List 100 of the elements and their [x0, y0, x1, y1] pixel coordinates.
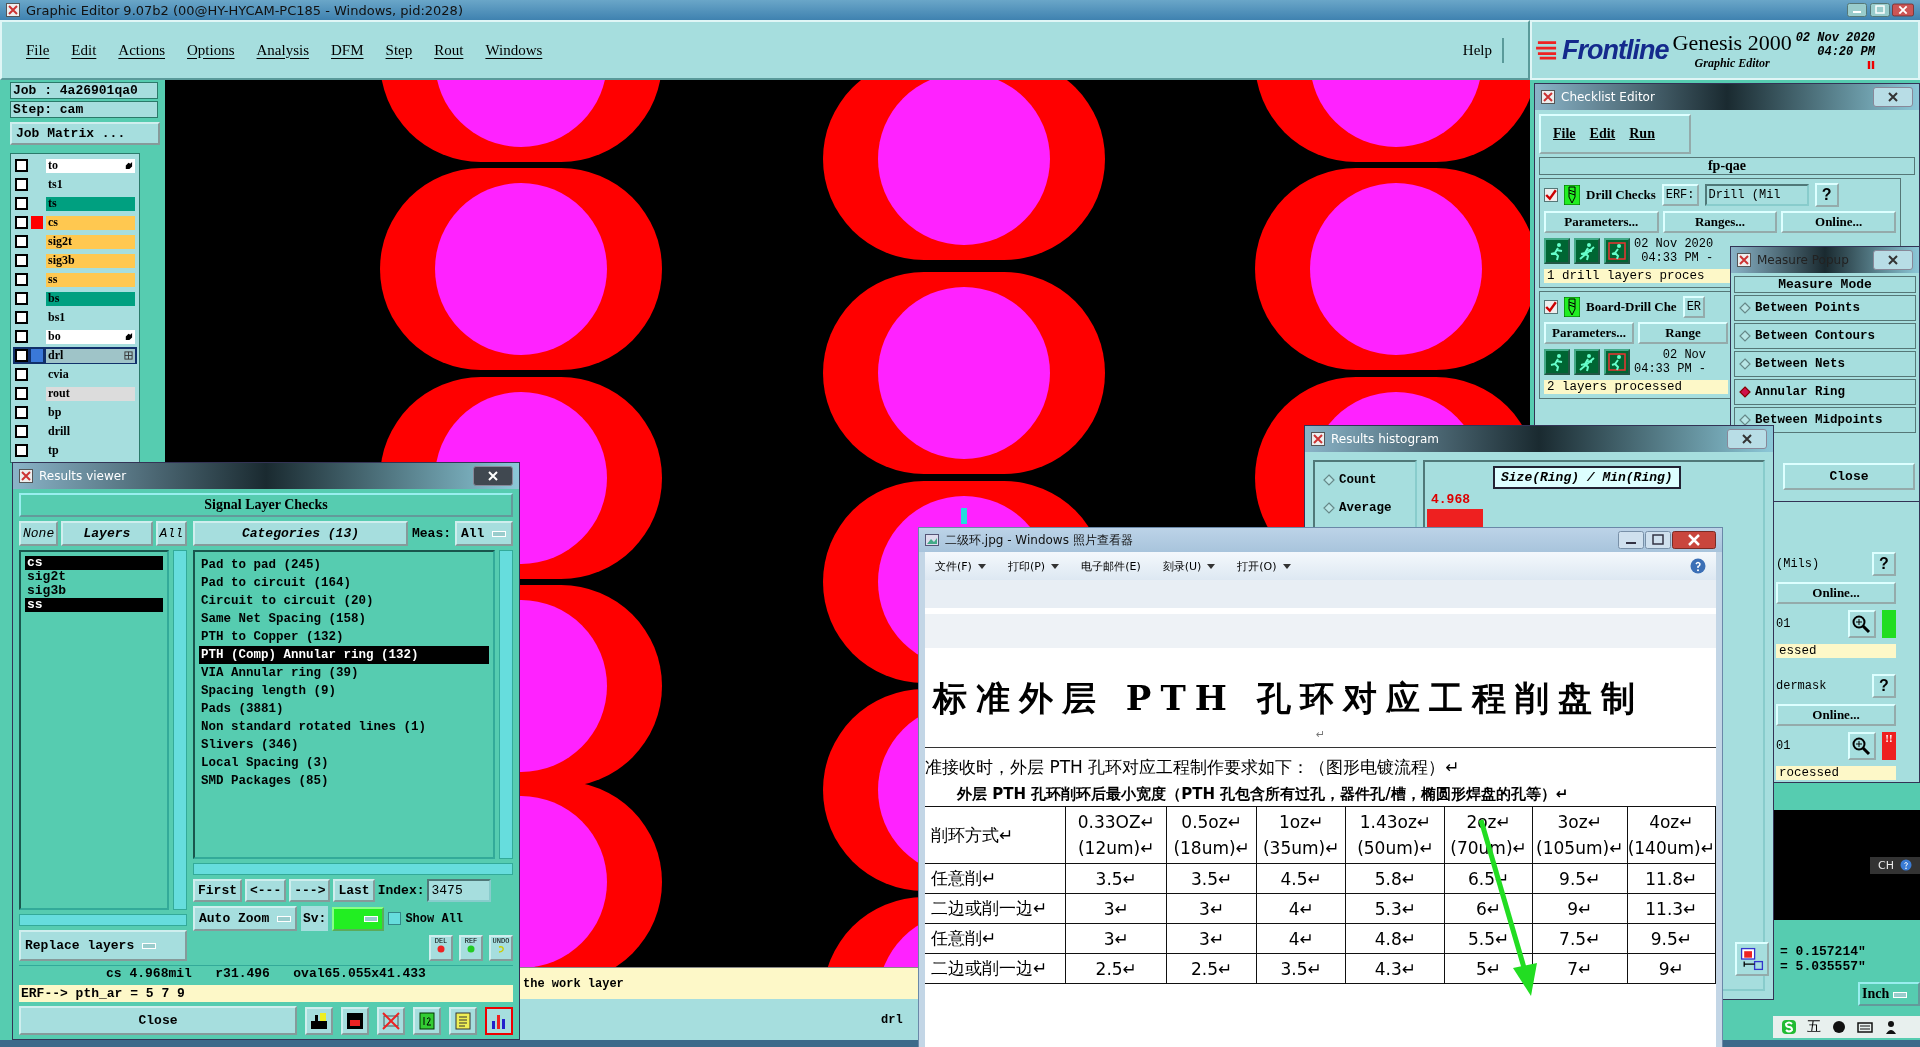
- radio-diamond[interactable]: [1739, 330, 1751, 342]
- category-item[interactable]: VIA Annular ring (39): [199, 664, 489, 682]
- menu-item[interactable]: Actions: [118, 41, 165, 59]
- layer-row[interactable]: bp: [13, 404, 137, 421]
- scrollbar[interactable]: [193, 863, 513, 875]
- checkbox[interactable]: [15, 292, 28, 305]
- units-dropdown[interactable]: Inch: [1858, 982, 1920, 1006]
- index-field[interactable]: 3475: [427, 879, 492, 902]
- layer-list-item[interactable]: ss: [25, 598, 163, 612]
- scrollbar[interactable]: [499, 550, 513, 859]
- maximize-icon[interactable]: [1645, 531, 1671, 549]
- radio-option[interactable]: Between Nets: [1734, 351, 1916, 377]
- menu-item[interactable]: Windows: [485, 41, 543, 59]
- category-item[interactable]: Local Spacing (3): [199, 754, 489, 772]
- scrollbar[interactable]: [173, 550, 187, 910]
- menu-item[interactable]: Rout: [434, 41, 464, 59]
- check-option-button[interactable]: Ranges...: [1662, 211, 1778, 233]
- layer-row[interactable]: ts: [13, 195, 137, 212]
- radio-option[interactable]: Annular Ring: [1734, 379, 1916, 405]
- radio-diamond[interactable]: [1323, 502, 1335, 514]
- checkbox[interactable]: [15, 273, 28, 286]
- checkbox[interactable]: [15, 311, 28, 324]
- layer-row[interactable]: bo: [13, 328, 137, 345]
- category-item[interactable]: Pad to pad (245): [199, 556, 489, 574]
- replace-layers-dropdown[interactable]: Replace layers: [19, 930, 187, 961]
- toolbar-button[interactable]: [485, 1006, 513, 1035]
- navigation-button[interactable]: <---: [245, 879, 287, 902]
- radio-diamond[interactable]: [1739, 302, 1751, 314]
- menu-item[interactable]: Edit: [71, 41, 97, 59]
- category-item[interactable]: Pad to circuit (164): [199, 574, 489, 592]
- check-option-button[interactable]: Online...: [1781, 211, 1896, 233]
- category-item[interactable]: PTH to Copper (132): [199, 628, 489, 646]
- job-matrix-button[interactable]: Job Matrix ...: [10, 122, 160, 145]
- run-button[interactable]: [1544, 349, 1570, 375]
- minimize-icon[interactable]: [1618, 531, 1644, 549]
- navigation-button[interactable]: --->: [289, 879, 331, 902]
- menu-item[interactable]: Step: [385, 41, 413, 59]
- category-item[interactable]: Pads (3881): [199, 700, 489, 718]
- layer-list-item[interactable]: sig2t: [25, 570, 163, 584]
- minimize-icon[interactable]: [1846, 3, 1868, 17]
- close-icon[interactable]: [1672, 531, 1716, 549]
- menu-item[interactable]: 刻录(U): [1162, 558, 1216, 574]
- close-button[interactable]: [473, 466, 513, 486]
- category-item[interactable]: Slivers (346): [199, 736, 489, 754]
- checkbox[interactable]: [15, 387, 28, 400]
- layer-row[interactable]: ss: [13, 271, 137, 288]
- run-button[interactable]: [1574, 349, 1600, 375]
- close-icon[interactable]: [1892, 3, 1914, 17]
- check-option-button[interactable]: Parameters...: [1544, 322, 1634, 344]
- layer-list-item[interactable]: sig3b: [25, 584, 163, 598]
- category-item[interactable]: SMD Packages (85): [199, 772, 489, 790]
- navigation-button[interactable]: Last: [333, 879, 375, 902]
- layer-row[interactable]: cs: [13, 214, 137, 231]
- layer-row[interactable]: drl: [13, 347, 137, 364]
- category-item[interactable]: PTH (Comp) Annular ring (132): [199, 646, 489, 664]
- measure-tool-button[interactable]: [1735, 942, 1769, 976]
- online-button[interactable]: Online...: [1776, 704, 1896, 726]
- navigation-button[interactable]: First: [193, 879, 242, 902]
- checkbox[interactable]: [388, 912, 402, 925]
- close-button[interactable]: Close: [19, 1006, 297, 1035]
- menu-item[interactable]: Analysis: [256, 41, 310, 59]
- checkbox[interactable]: [15, 159, 28, 172]
- checkbox[interactable]: [15, 349, 28, 362]
- layer-row[interactable]: rout: [13, 385, 137, 402]
- radio-diamond[interactable]: [1739, 358, 1751, 370]
- menu-item[interactable]: Edit: [1589, 126, 1616, 142]
- menu-item[interactable]: 打开(O): [1237, 558, 1291, 574]
- close-button[interactable]: Close: [1783, 463, 1915, 490]
- layer-row[interactable]: ts1: [13, 176, 137, 193]
- layer-list-item[interactable]: cs: [25, 556, 163, 570]
- checkbox[interactable]: [15, 444, 28, 457]
- menu-item[interactable]: 打印(P): [1007, 558, 1060, 574]
- menu-item[interactable]: File: [26, 41, 50, 59]
- erf-field[interactable]: dermask: [1776, 679, 1866, 693]
- menu-item[interactable]: Options: [187, 41, 235, 59]
- close-button[interactable]: [1873, 250, 1913, 270]
- run-button[interactable]: [1544, 238, 1570, 264]
- online-button[interactable]: Online...: [1776, 582, 1896, 604]
- layer-filter-button[interactable]: Layers: [61, 521, 153, 546]
- zoom-mode-dropdown[interactable]: Auto Zoom: [193, 906, 297, 931]
- category-item[interactable]: Same Net Spacing (158): [199, 610, 489, 628]
- categories-button[interactable]: Categories (13): [193, 521, 408, 546]
- category-item[interactable]: Spacing length (9): [199, 682, 489, 700]
- layer-row[interactable]: sig3b: [13, 252, 137, 269]
- checkbox[interactable]: [1544, 300, 1558, 314]
- radio-option[interactable]: Between Points: [1734, 295, 1916, 321]
- layer-row[interactable]: sig2t: [13, 233, 137, 250]
- layer-row[interactable]: tp: [13, 442, 137, 459]
- checkbox[interactable]: [15, 330, 28, 343]
- layer-row[interactable]: drill: [13, 423, 137, 440]
- help-button[interactable]: ?: [1872, 674, 1896, 698]
- color-dropdown[interactable]: [332, 906, 385, 931]
- checkbox[interactable]: [15, 178, 28, 191]
- layer-filter-button[interactable]: All: [155, 521, 187, 546]
- zoom-button[interactable]: [1848, 732, 1876, 760]
- checkbox[interactable]: [15, 406, 28, 419]
- close-button[interactable]: [1727, 429, 1767, 449]
- menu-item[interactable]: DFM: [331, 41, 364, 59]
- radio-option[interactable]: Count: [1319, 468, 1411, 492]
- check-option-button[interactable]: Range: [1638, 322, 1728, 344]
